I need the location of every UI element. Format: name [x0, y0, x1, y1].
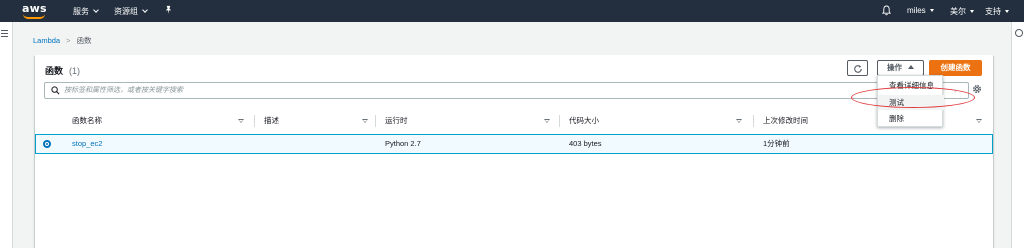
filter-search-box [44, 82, 969, 99]
breadcrumb: Lambda > 函数 [33, 35, 92, 46]
breadcrumb-chevron-right-icon: > [66, 36, 71, 45]
support-menu[interactable]: 支持 [985, 6, 1009, 17]
actions-dropdown-menu: 查看详细信息 测试 删除 [877, 75, 944, 127]
aws-smile-mark [23, 14, 45, 19]
functions-panel: 函数(1) 操作 创建函数 › 函数名称 描述 运行时 代码大小 上次修改时间 … [35, 55, 993, 248]
gear-icon[interactable] [972, 84, 982, 94]
caret-down-icon [970, 10, 974, 13]
pushpin-icon[interactable] [164, 5, 173, 16]
info-panel-icon[interactable] [1015, 29, 1023, 37]
column-header-description[interactable]: 描述 [264, 111, 279, 131]
function-count: (1) [69, 66, 81, 76]
region-label: 美尔 [950, 7, 966, 16]
table-header: 函数名称 描述 运行时 代码大小 上次修改时间 [35, 111, 993, 131]
region-menu[interactable]: 美尔 [950, 6, 974, 17]
chevron-down-icon [142, 7, 148, 13]
chevron-down-icon [93, 7, 99, 13]
function-runtime: Python 2.7 [385, 139, 421, 148]
resource-groups-label: 资源组 [114, 7, 138, 16]
caret-down-icon [929, 9, 934, 12]
services-label: 服务 [73, 7, 89, 16]
column-header-function-name[interactable]: 函数名称 [72, 111, 102, 131]
column-divider [254, 115, 255, 127]
function-code-size: 403 bytes [569, 139, 602, 148]
left-side-rail [0, 22, 13, 248]
function-last-modified: 1分钟前 [763, 139, 790, 148]
resource-groups-menu[interactable]: 资源组 [114, 6, 148, 17]
refresh-icon [854, 65, 862, 73]
sort-caret-icon[interactable] [238, 119, 244, 123]
hamburger-menu-icon[interactable] [1, 30, 8, 39]
right-side-rail [1011, 22, 1024, 248]
function-name-link[interactable]: stop_ec2 [72, 135, 102, 153]
column-divider [375, 115, 376, 127]
column-divider [559, 115, 560, 127]
aws-logo[interactable]: aws [22, 2, 48, 20]
row-select-radio[interactable] [43, 140, 51, 148]
actions-label: 操作 [887, 63, 902, 72]
next-page-icon[interactable]: › [954, 86, 957, 95]
search-input[interactable] [64, 85, 884, 96]
services-menu[interactable]: 服务 [73, 6, 99, 17]
panel-title: 函数 (1) [45, 64, 80, 77]
sort-caret-icon[interactable] [362, 119, 368, 123]
create-function-button[interactable]: 创建函数 [929, 60, 982, 76]
refresh-button[interactable] [847, 60, 868, 76]
panel-title-text: 函数 [45, 66, 64, 76]
table-row[interactable]: stop_ec2 Python 2.7 403 bytes 1分钟前 [35, 134, 993, 154]
sort-caret-icon[interactable] [736, 119, 742, 123]
menu-item-delete[interactable]: 删除 [878, 111, 944, 126]
sort-caret-icon[interactable] [544, 119, 550, 123]
breadcrumb-current: 函数 [76, 36, 92, 45]
user-name: miles [907, 6, 926, 15]
caret-down-icon [1005, 10, 1009, 13]
column-header-code-size[interactable]: 代码大小 [569, 111, 599, 131]
bell-icon[interactable] [881, 5, 892, 16]
menu-item-view-details[interactable]: 查看详细信息 [878, 78, 944, 93]
column-header-last-modified[interactable]: 上次修改时间 [763, 111, 808, 131]
top-navigation-bar: aws 服务 资源组 miles 美尔 支持 [0, 0, 1024, 22]
caret-up-icon [908, 65, 914, 69]
column-divider [753, 115, 754, 127]
menu-item-test[interactable]: 测试 [878, 95, 944, 110]
breadcrumb-lambda-link[interactable]: Lambda [33, 36, 60, 45]
actions-button[interactable]: 操作 [877, 60, 924, 76]
user-menu[interactable]: miles [907, 6, 934, 15]
sort-caret-icon[interactable] [976, 119, 982, 123]
support-label: 支持 [985, 7, 1001, 16]
column-header-runtime[interactable]: 运行时 [385, 111, 408, 131]
search-icon [51, 86, 60, 95]
